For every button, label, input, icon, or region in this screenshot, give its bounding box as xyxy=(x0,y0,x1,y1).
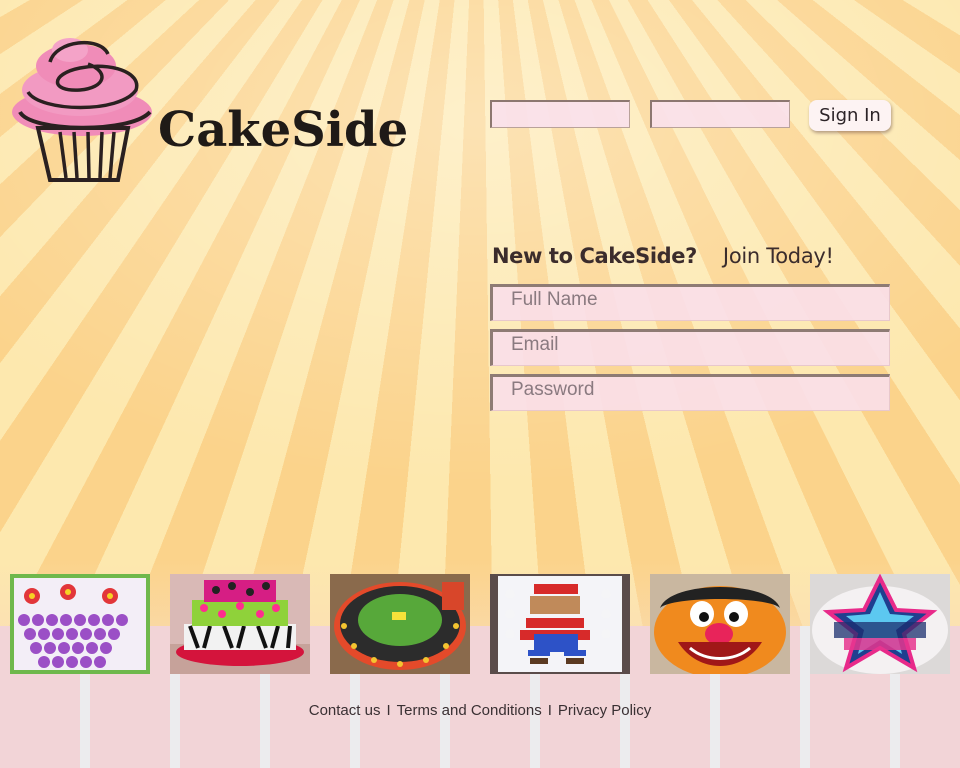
join-question: New to CakeSide? xyxy=(492,244,697,268)
login-username-field[interactable] xyxy=(490,100,630,128)
contact-us-link[interactable]: Contact us xyxy=(309,702,381,719)
gallery-thumb-ernie-cake[interactable] xyxy=(650,574,790,674)
gallery-thumb-zebra-cake[interactable] xyxy=(170,574,310,674)
gallery-thumb-mario-cake[interactable] xyxy=(490,574,630,674)
footer-links: Contact us I Terms and Conditions I Privacy … xyxy=(0,702,960,719)
gallery-thumb-flower-cake[interactable] xyxy=(10,574,150,674)
login-password-field[interactable] xyxy=(650,100,790,128)
terms-link[interactable]: Terms and Conditions xyxy=(397,702,542,719)
join-heading: New to CakeSide? Join Today! xyxy=(492,244,834,268)
privacy-policy-link[interactable]: Privacy Policy xyxy=(558,702,651,719)
cupcake-icon xyxy=(12,38,152,182)
email-field[interactable] xyxy=(490,329,890,366)
gallery-thumb-racetrack-cake[interactable] xyxy=(330,574,470,674)
footer-separator: I xyxy=(547,702,552,719)
join-cta: Join Today! xyxy=(722,244,834,268)
password-field[interactable] xyxy=(490,374,890,411)
footer-separator: I xyxy=(386,702,391,719)
full-name-field[interactable] xyxy=(490,284,890,321)
site-logo[interactable]: CakeSide xyxy=(10,32,470,187)
logo-wordmark: CakeSide xyxy=(158,102,409,158)
gallery-thumb-star-cake[interactable] xyxy=(810,574,950,674)
sign-in-button[interactable]: Sign In xyxy=(809,100,891,131)
